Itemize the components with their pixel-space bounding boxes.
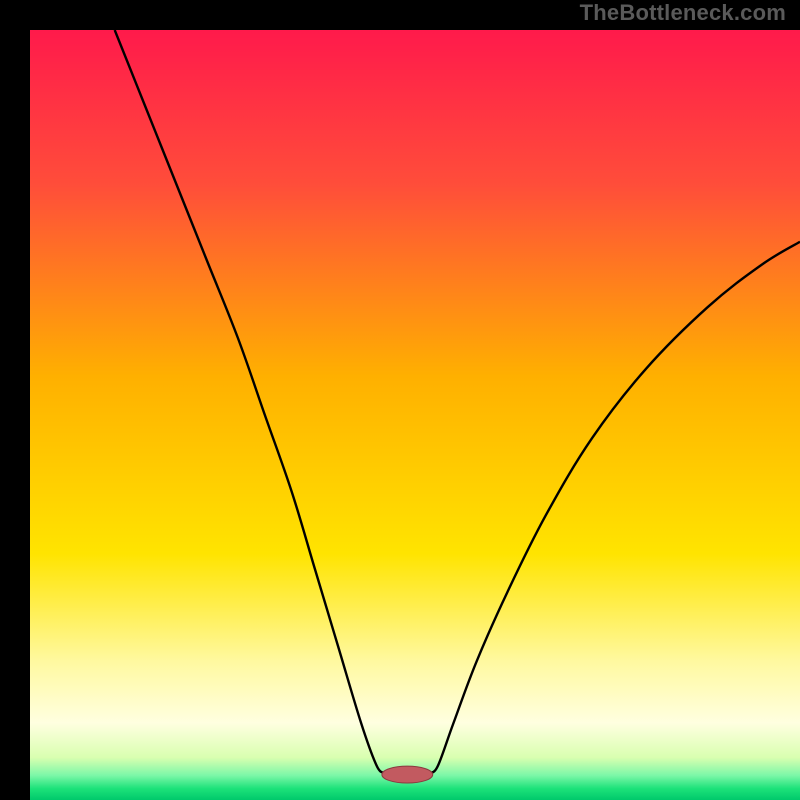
bottleneck-marker xyxy=(382,766,433,783)
gradient-background xyxy=(30,30,800,800)
chart-svg xyxy=(30,30,800,800)
chart-frame xyxy=(15,15,785,785)
watermark-text: TheBottleneck.com xyxy=(580,0,786,26)
